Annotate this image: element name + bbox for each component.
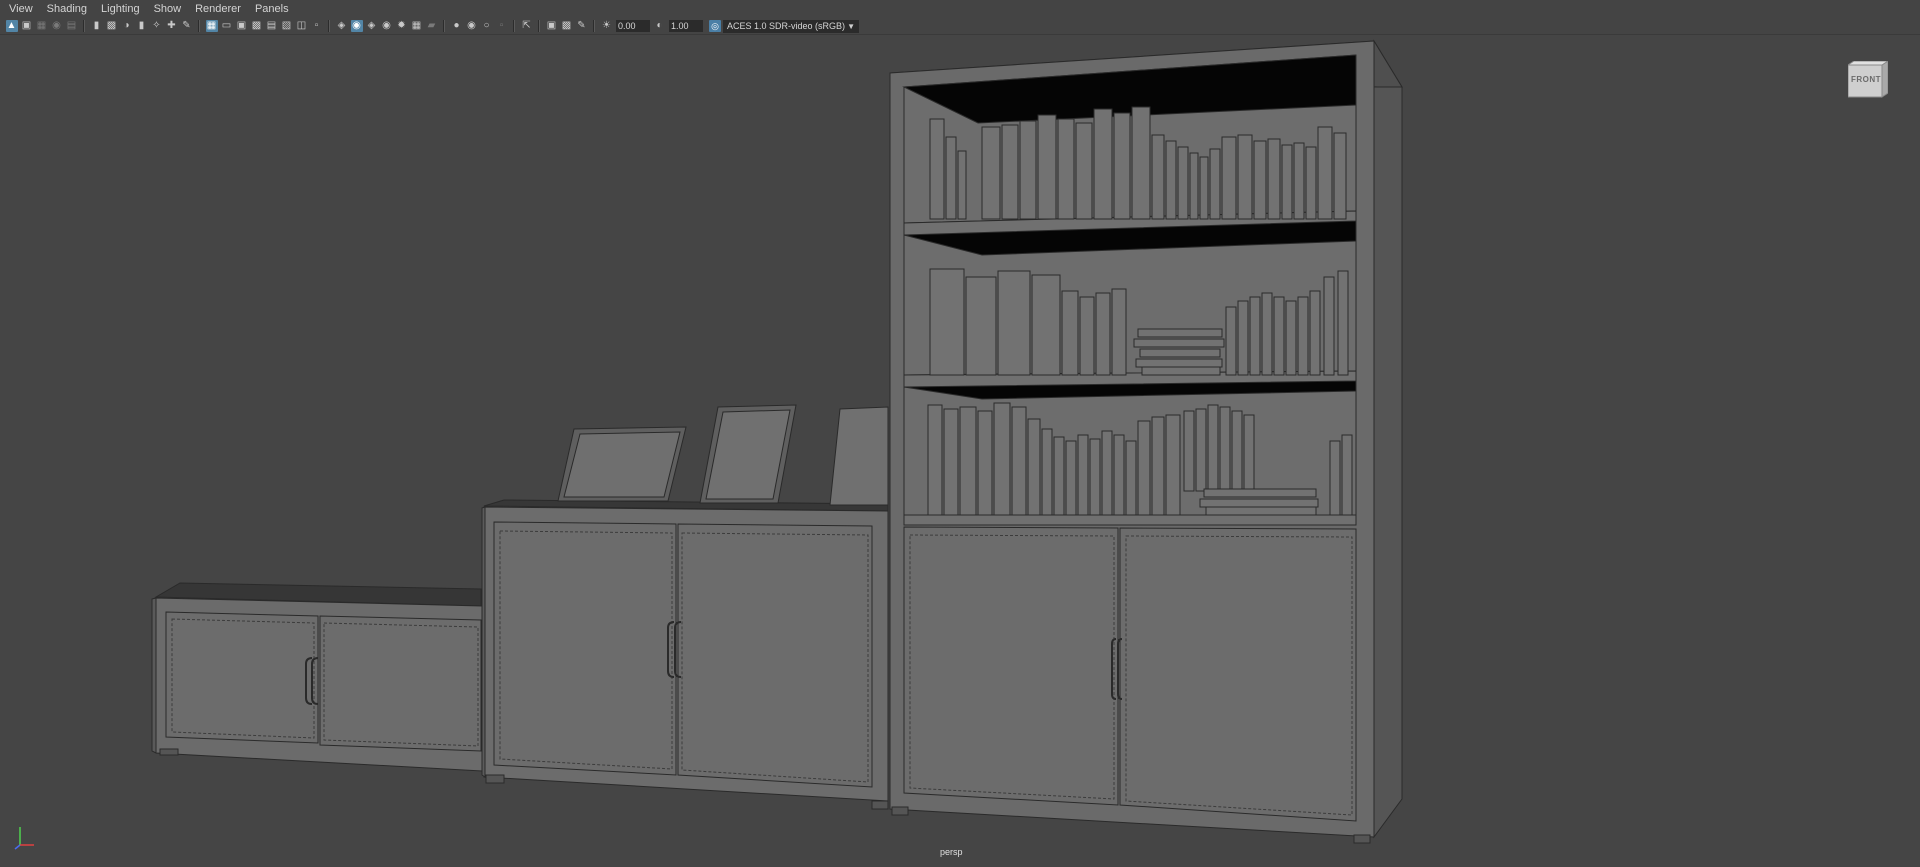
- panel-toolbar: ▲ ▣ ▦ ◉ ▤ ▮ ▩ ◑ ▮ ✧ ✚ ✎ ▦ ▭ ▣ ▩ ▤ ▧ ◫ ▫ …: [0, 18, 1920, 34]
- anti-aliasing-icon[interactable]: ●: [451, 20, 463, 32]
- camera-attributes-icon[interactable]: ▣: [21, 20, 33, 32]
- bookmark-icon[interactable]: ▦: [36, 20, 48, 32]
- bookshelf-side: [1373, 39, 1403, 839]
- frame-back: [829, 406, 889, 506]
- low-cabinet-side: [151, 597, 157, 754]
- motion-blur-icon[interactable]: ▰: [426, 20, 438, 32]
- low-cabinet[interactable]: [151, 582, 483, 772]
- menu-view[interactable]: View: [0, 0, 40, 18]
- resolution-gate-icon[interactable]: ◑: [121, 20, 133, 32]
- bookshelf-foot: [1353, 834, 1371, 844]
- middle-cabinet-foot: [485, 774, 505, 784]
- panel-menubar: View Shading Lighting Show Renderer Pane…: [0, 0, 1920, 18]
- isolate-select-icon[interactable]: ⇱: [521, 20, 533, 32]
- gate-mask-icon[interactable]: ▮: [136, 20, 148, 32]
- menu-panels[interactable]: Panels: [248, 0, 296, 18]
- scene-render: [151, 39, 1403, 844]
- menu-lighting[interactable]: Lighting: [94, 0, 147, 18]
- shelf-board: [903, 514, 1357, 526]
- menu-shading[interactable]: Shading: [40, 0, 94, 18]
- 2d-pan-icon[interactable]: ▤: [66, 20, 78, 32]
- bookshelf-foot: [891, 806, 909, 816]
- frame-selection-icon[interactable]: ▩: [561, 20, 573, 32]
- select-camera-icon[interactable]: ▲: [5, 20, 18, 32]
- low-cabinet-door-right: [319, 615, 482, 752]
- isolate-icon[interactable]: ◈: [366, 20, 378, 32]
- chevron-down-icon: ▼: [847, 21, 855, 31]
- hud-icon[interactable]: ▫: [496, 20, 508, 32]
- toolbar-divider: [513, 20, 515, 32]
- middle-cabinet-door-left: [493, 521, 677, 776]
- smooth-shade-icon[interactable]: ◈: [336, 20, 348, 32]
- ambient-occlusion-icon[interactable]: ▦: [411, 20, 423, 32]
- exposure-icon[interactable]: ☀: [601, 20, 613, 32]
- grid-icon[interactable]: ▦: [205, 20, 218, 32]
- toolbar-divider: [198, 20, 200, 32]
- frame-all-icon[interactable]: ▣: [546, 20, 558, 32]
- low-cabinet-door-left: [165, 611, 319, 744]
- frame-glass: [563, 431, 681, 498]
- safe-title-icon[interactable]: ✎: [181, 20, 193, 32]
- grease-pencil-icon[interactable]: ✎: [576, 20, 588, 32]
- camera-name-label: persp: [940, 847, 963, 857]
- wireframe-icon[interactable]: ▭: [221, 20, 233, 32]
- toolbar-divider: [443, 20, 445, 32]
- screen-space-icon[interactable]: ○: [481, 20, 493, 32]
- low-cabinet-foot: [159, 748, 179, 756]
- color-space-dropdown[interactable]: ACES 1.0 SDR-video (sRGB) ▼: [723, 19, 859, 33]
- toolbar-divider: [593, 20, 595, 32]
- toolbar-divider: [328, 20, 330, 32]
- xray-icon[interactable]: ◉: [381, 20, 393, 32]
- gamma-field[interactable]: [669, 20, 703, 32]
- field-chart-icon[interactable]: ✧: [151, 20, 163, 32]
- color-management-icon[interactable]: ◎: [709, 20, 721, 32]
- lighting-icon[interactable]: ◉: [350, 20, 363, 32]
- middle-cabinet-door-right: [677, 523, 873, 788]
- wireframe-on-shaded-icon[interactable]: ▩: [251, 20, 263, 32]
- safe-action-icon[interactable]: ✚: [166, 20, 178, 32]
- bookshelf-door-right: [1119, 527, 1357, 822]
- bookshelf-door-left: [903, 526, 1119, 806]
- camera-icon[interactable]: ▮: [91, 20, 103, 32]
- picture-frame-2[interactable]: [699, 404, 797, 504]
- depth-of-field-icon[interactable]: ◉: [466, 20, 478, 32]
- maya-viewport-panel: View Shading Lighting Show Renderer Pane…: [0, 0, 1920, 866]
- viewcube-face-label: FRONT: [1850, 75, 1882, 84]
- middle-cabinet-foot: [871, 800, 889, 810]
- axis-gizmo-icon: [14, 827, 34, 850]
- film-gate-icon[interactable]: ▩: [106, 20, 118, 32]
- shadows-icon[interactable]: ▫: [311, 20, 323, 32]
- image-plane-icon[interactable]: ◉: [51, 20, 63, 32]
- exposure-field[interactable]: [616, 20, 650, 32]
- gamma-icon[interactable]: ◐: [654, 20, 666, 32]
- default-material-icon[interactable]: ▤: [266, 20, 278, 32]
- xray-joints-icon[interactable]: ✹: [396, 20, 408, 32]
- use-all-lights-icon[interactable]: ◫: [296, 20, 308, 32]
- textured-icon[interactable]: ▧: [281, 20, 293, 32]
- menu-show[interactable]: Show: [147, 0, 189, 18]
- middle-cabinet[interactable]: [481, 499, 889, 810]
- middle-cabinet-side: [481, 506, 486, 778]
- 3d-viewport[interactable]: FRONT persp: [0, 34, 1920, 866]
- menu-renderer[interactable]: Renderer: [188, 0, 248, 18]
- picture-frame-3[interactable]: [829, 406, 889, 506]
- shaded-icon[interactable]: ▣: [236, 20, 248, 32]
- toolbar-divider: [538, 20, 540, 32]
- picture-frame-1[interactable]: [557, 426, 687, 502]
- toolbar-divider: [83, 20, 85, 32]
- color-space-label: ACES 1.0 SDR-video (sRGB): [727, 21, 846, 31]
